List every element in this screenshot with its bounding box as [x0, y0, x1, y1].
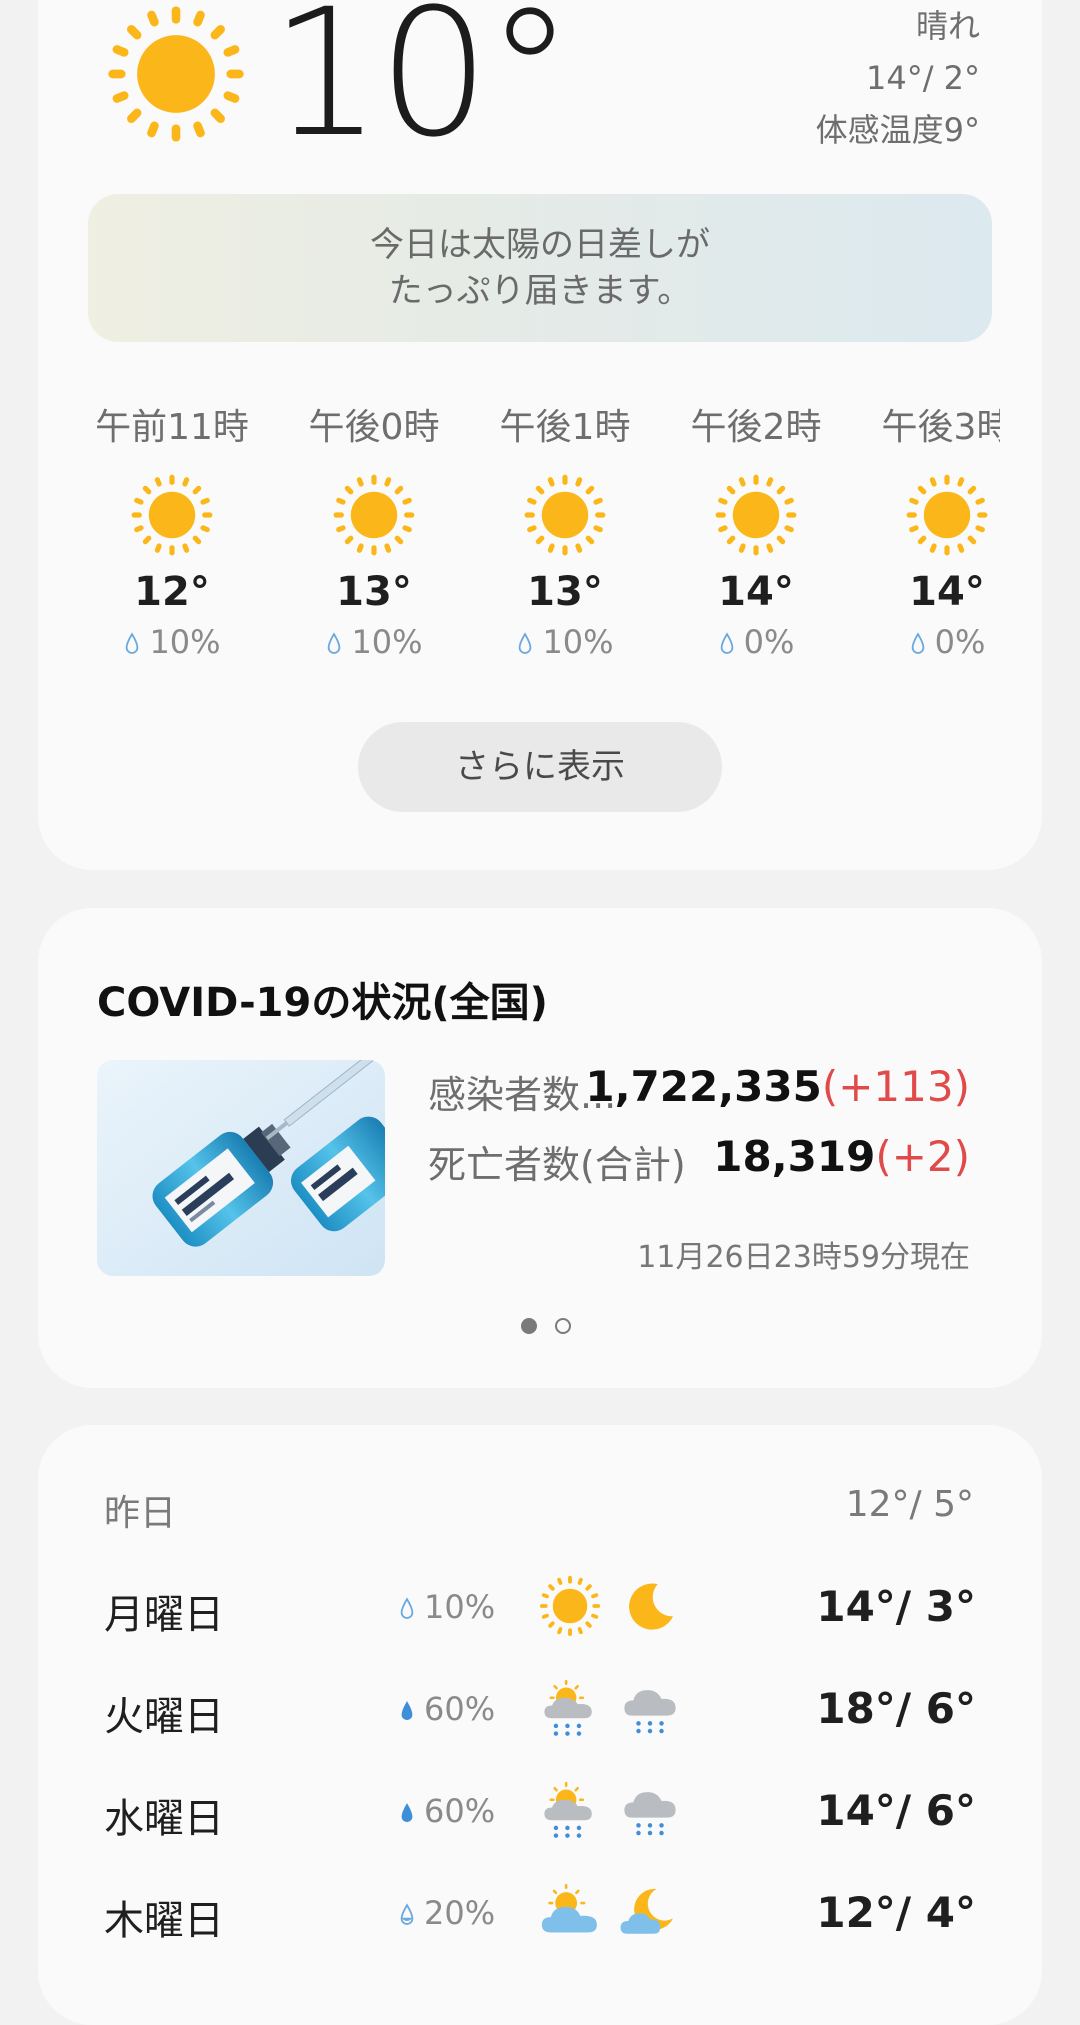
raindrop-icon: [909, 631, 927, 657]
sun-icon: [904, 472, 990, 558]
show-more-button[interactable]: さらに表示: [358, 722, 722, 812]
summary-line-2: たっぷり届きます。: [388, 271, 692, 311]
hourly-item: 午前11時 12° 10%: [72, 398, 272, 664]
hour-temp: 13°: [527, 569, 603, 615]
day-rain-value: 10%: [424, 1588, 496, 1626]
sun-icon: [538, 1574, 602, 1638]
day-name: 木曜日: [104, 1898, 224, 1944]
hourly-item: 午後1時 13° 10%: [465, 398, 665, 664]
hour-rain-value: 0%: [743, 623, 795, 661]
infected-value: 1,722,335(+113): [585, 1062, 970, 1111]
sun-icon: [713, 472, 799, 558]
hour-rain-value: 10%: [542, 623, 614, 661]
day-rain-value: 20%: [424, 1894, 496, 1932]
hourly-forecast[interactable]: 午前11時 12° 10% 午後0時 13° 10% 午後1時 13° 10% …: [0, 398, 1000, 688]
feels-like-temp: 体感温度9°: [815, 111, 980, 149]
raindrop-icon: [398, 1596, 416, 1622]
hour-rain: 0%: [847, 620, 1000, 664]
deaths-count: 18,319: [713, 1132, 876, 1181]
moon-icon: [618, 1574, 682, 1638]
vaccine-image: [97, 1060, 385, 1276]
hour-rain: 0%: [656, 620, 856, 664]
hourly-item: 午後0時 13° 10%: [274, 398, 474, 664]
hour-time: 午後2時: [690, 407, 822, 448]
hour-time: 午前11時: [95, 407, 249, 448]
day-temps: 12°/ 4°: [816, 1888, 976, 1937]
daily-row[interactable]: 水曜日 60% 14°/ 6°: [104, 1778, 976, 1848]
hour-rain: 10%: [72, 620, 272, 664]
daily-row[interactable]: 木曜日 20% 12°/ 4°: [104, 1880, 976, 1950]
deaths-delta: (+2): [875, 1132, 970, 1181]
hour-rain-value: 0%: [934, 623, 986, 661]
high-low-temp: 14°/ 2°: [865, 59, 980, 97]
current-temperature: 10°: [270, 0, 574, 176]
yesterday-temps: 12°/ 5°: [845, 1484, 974, 1525]
hour-temp: 14°: [718, 569, 794, 615]
sun-cloud-icon: [538, 1880, 602, 1944]
infected-delta: (+113): [821, 1062, 970, 1111]
current-conditions: 晴れ 14°/ 2° 体感温度9°: [816, 0, 980, 156]
sun-rain-cloud-icon: [538, 1778, 602, 1842]
hour-rain-value: 10%: [149, 623, 221, 661]
raindrop-icon: [516, 631, 534, 657]
page-indicator[interactable]: [512, 1318, 580, 1338]
hourly-item: 午後2時 14° 0%: [656, 398, 856, 664]
day-rain-value: 60%: [424, 1690, 496, 1728]
hour-time: 午後3時: [881, 407, 1000, 448]
hour-temp: 14°: [909, 569, 985, 615]
hour-temp: 12°: [134, 569, 210, 615]
raindrop-icon: [718, 631, 736, 657]
moon-cloud-icon: [618, 1880, 682, 1944]
infected-count: 1,722,335: [585, 1062, 822, 1111]
hour-rain-value: 10%: [351, 623, 423, 661]
day-rain: 60%: [398, 1690, 495, 1728]
yesterday-row: 昨日 12°/ 5°: [104, 1484, 974, 1536]
sun-icon: [331, 472, 417, 558]
day-temps: 14°/ 3°: [816, 1582, 976, 1631]
raindrop-icon: [398, 1902, 416, 1928]
raindrop-icon: [398, 1800, 416, 1826]
hour-time: 午後0時: [308, 407, 440, 448]
raindrop-icon: [325, 631, 343, 657]
covid-updated-time: 11月26日23時59分現在: [637, 1240, 970, 1275]
day-name: 水曜日: [104, 1796, 224, 1842]
deaths-label: 死亡者数(合計): [428, 1143, 686, 1187]
sun-icon: [129, 472, 215, 558]
raindrop-icon: [123, 631, 141, 657]
hour-rain: 10%: [274, 620, 474, 664]
day-rain: 20%: [398, 1894, 495, 1932]
condition-text: 晴れ: [915, 7, 980, 45]
yesterday-label: 昨日: [104, 1493, 177, 1534]
deaths-value: 18,319(+2): [713, 1132, 970, 1181]
hour-rain: 10%: [465, 620, 665, 664]
rain-cloud-icon: [618, 1778, 682, 1842]
raindrop-icon: [398, 1698, 416, 1724]
day-name: 火曜日: [104, 1694, 224, 1740]
day-name: 月曜日: [104, 1592, 224, 1638]
sun-icon: [522, 472, 608, 558]
sun-icon: [104, 2, 248, 146]
daily-row[interactable]: 火曜日 60% 18°/ 6°: [104, 1676, 976, 1746]
rain-cloud-icon: [618, 1676, 682, 1740]
page-dot-active[interactable]: [521, 1318, 537, 1334]
daily-row[interactable]: 月曜日 10% 14°/ 3°: [104, 1574, 976, 1644]
weather-summary-banner: 今日は太陽の日差しが たっぷり届きます。: [88, 194, 992, 342]
summary-line-1: 今日は太陽の日差しが: [370, 225, 710, 265]
hourly-item: 午後3時 14° 0%: [847, 398, 1000, 664]
hour-temp: 13°: [336, 569, 412, 615]
day-rain: 60%: [398, 1792, 495, 1830]
covid-title: COVID-19の状況(全国): [97, 980, 548, 1026]
day-temps: 18°/ 6°: [816, 1684, 976, 1733]
sun-rain-cloud-icon: [538, 1676, 602, 1740]
day-temps: 14°/ 6°: [816, 1786, 976, 1835]
day-rain: 10%: [398, 1588, 495, 1626]
hour-time: 午後1時: [499, 407, 631, 448]
page-dot-inactive[interactable]: [555, 1318, 571, 1334]
day-rain-value: 60%: [424, 1792, 496, 1830]
